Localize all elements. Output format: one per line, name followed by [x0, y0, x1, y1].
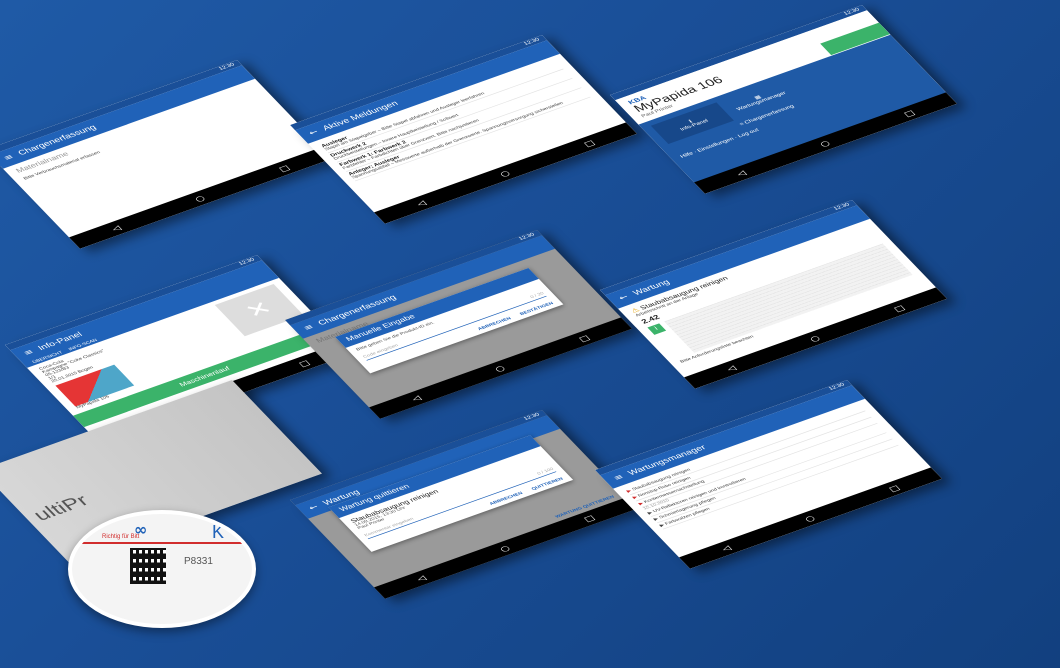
device-wartung: 12:30 ← Wartung ⚠ Staubabsaugung reinige…	[600, 200, 947, 389]
recents-icon[interactable]: □	[276, 163, 291, 173]
char-counter: 0 / 20	[529, 291, 546, 300]
back-icon[interactable]: ◁	[414, 574, 428, 583]
magnifier-lens: ∞ K Richtig für Bitt P8331	[68, 510, 256, 628]
home-icon[interactable]: ○	[192, 194, 207, 204]
label-text: Richtig für Bitt	[102, 534, 140, 540]
device-chargenerfassung: 12:30 ≡ Chargenerfassung Materialname Bi…	[0, 60, 332, 249]
nav-bar: ◁ ○ □	[69, 147, 332, 248]
article-number: P8331	[184, 556, 213, 567]
qr-code-icon	[130, 548, 166, 584]
back-icon[interactable]: ◁	[414, 199, 428, 208]
app-bar: ≡ Chargenerfassung	[0, 65, 255, 169]
info-icon: ℹ	[688, 119, 694, 124]
device-mypapida: 12:30 KBA MyPapida 106 Paul Printer ℹ In…	[610, 5, 957, 194]
char-counter: 0 / 100	[536, 467, 555, 476]
recents-icon[interactable]: □	[901, 108, 916, 118]
menu-item-logout[interactable]: Log out	[737, 128, 760, 139]
device-aktive-meldungen: 12:30 ← Aktive Meldungen Ausleger Stapel…	[290, 35, 637, 224]
device-wartung-quittieren: 12:30 ← Wartung Wartung quittieren Staub…	[290, 410, 637, 599]
menu-item-hilfe[interactable]: Hilfe	[679, 151, 694, 159]
back-icon[interactable]: ◁	[724, 364, 738, 373]
device-wartungsmanager: 12:30 ≡ Wartungsmanager ▶ Staubabsaugung…	[595, 380, 942, 569]
back-icon[interactable]: ◁	[734, 169, 748, 178]
recents-icon[interactable]: □	[886, 483, 901, 493]
device-manuelle-eingabe: 12:30 ≡ Chargenerfassung Materialname Ma…	[285, 230, 632, 419]
recents-icon[interactable]: □	[581, 513, 596, 523]
back-icon[interactable]: ◁	[409, 394, 423, 403]
back-icon[interactable]: ◁	[109, 224, 123, 233]
home-icon[interactable]: ○	[497, 169, 512, 179]
recents-icon[interactable]: □	[581, 138, 596, 148]
calendar-icon: ▦	[753, 94, 763, 101]
home-icon[interactable]: ○	[492, 364, 507, 374]
red-line	[72, 542, 252, 544]
recents-icon[interactable]: □	[576, 333, 591, 343]
recents-icon[interactable]: □	[296, 358, 311, 368]
info-icon[interactable]: i	[647, 323, 667, 335]
home-icon[interactable]: ○	[497, 544, 512, 554]
recents-icon[interactable]: □	[891, 303, 906, 313]
scene: 12:30 ≡ Chargenerfassung Materialname Bi…	[0, 0, 1060, 668]
back-icon[interactable]: ◁	[719, 544, 733, 553]
scan-side-text: ultiPr	[28, 490, 94, 525]
home-icon[interactable]: ○	[807, 334, 822, 344]
home-icon[interactable]: ○	[802, 514, 817, 524]
brand-letter: K	[212, 522, 225, 542]
home-icon[interactable]: ○	[817, 139, 832, 149]
